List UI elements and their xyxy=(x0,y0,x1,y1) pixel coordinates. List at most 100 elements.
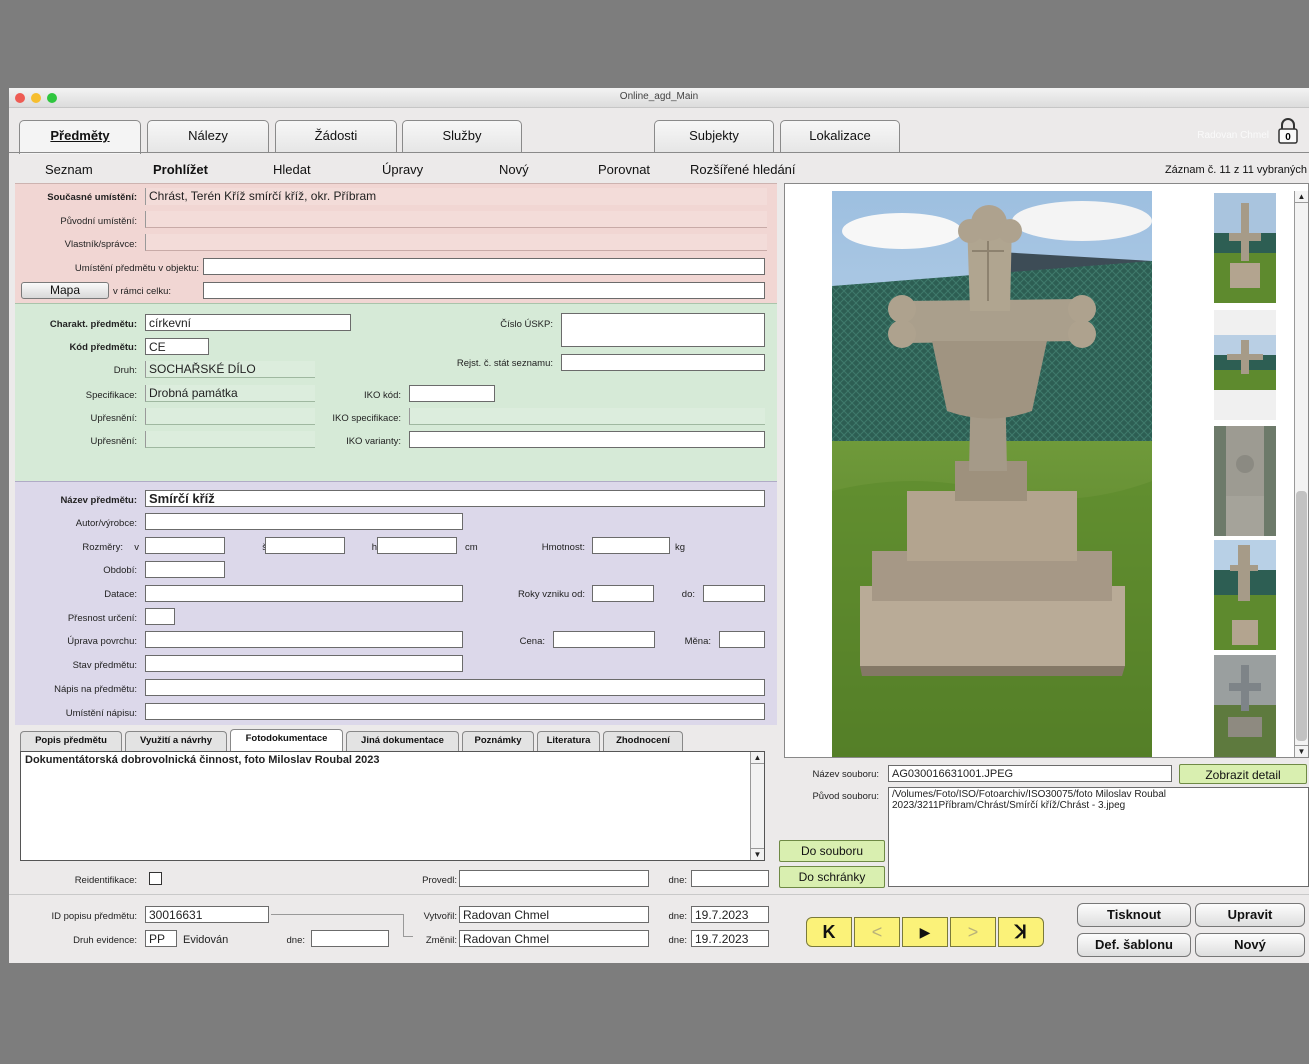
in-whole-field[interactable] xyxy=(203,282,765,299)
next-record-button[interactable]: > xyxy=(950,917,996,947)
tab-subjekty[interactable]: Subjekty xyxy=(654,120,774,152)
refine1-field[interactable] xyxy=(145,408,315,425)
define-template-button[interactable]: Def. šablonu xyxy=(1077,933,1191,957)
to-clipboard-button[interactable]: Do schránky xyxy=(779,866,885,888)
map-button[interactable]: Mapa xyxy=(21,282,109,299)
footer-divider xyxy=(9,894,779,895)
print-button[interactable]: Tisknout xyxy=(1077,903,1191,927)
reident-performed-field[interactable] xyxy=(459,870,649,887)
years-to-field[interactable] xyxy=(703,585,765,602)
iko-code-field[interactable] xyxy=(409,385,495,402)
dim-s-field[interactable] xyxy=(265,537,345,554)
note-textarea[interactable]: Dokumentátorská dobrovolnická činnost, f… xyxy=(20,751,765,861)
code-field[interactable]: CE xyxy=(145,338,209,355)
evidence-code-field[interactable]: PP xyxy=(145,930,177,947)
currency-field[interactable] xyxy=(719,631,765,648)
id-label: ID popisu předmětu: xyxy=(51,911,137,922)
last-record-button[interactable]: ꓘ xyxy=(998,917,1044,947)
thumbnail-scrollbar[interactable]: ▲ ▼ xyxy=(1294,191,1308,757)
subnav-novy[interactable]: Nový xyxy=(499,162,529,177)
precision-field[interactable] xyxy=(145,608,175,625)
created-date-label: dne: xyxy=(668,911,688,922)
new-record-button[interactable]: Nový xyxy=(1195,933,1305,957)
photo-thumbnail-3[interactable] xyxy=(1214,426,1276,536)
subtab-poznamky[interactable]: Poznámky xyxy=(462,731,534,751)
scroll-up-icon[interactable]: ▲ xyxy=(1295,191,1308,203)
photo-thumbnail-5[interactable] xyxy=(1214,655,1276,757)
subtab-jina-dokumentace[interactable]: Jiná dokumentace xyxy=(346,731,459,751)
spec-label: Specifikace: xyxy=(85,390,137,401)
original-location-field[interactable] xyxy=(145,211,767,228)
id-field[interactable]: 30016631 xyxy=(145,906,269,923)
play-button[interactable]: ▶ xyxy=(902,917,948,947)
subtab-vyuziti[interactable]: Využití a návrhy xyxy=(125,731,227,751)
owner-field[interactable] xyxy=(145,234,767,251)
tab-lokalizace[interactable]: Lokalizace xyxy=(780,120,900,152)
prev-record-button[interactable]: < xyxy=(854,917,900,947)
subtab-literatura[interactable]: Literatura xyxy=(537,731,600,751)
subnav-hledat[interactable]: Hledat xyxy=(273,162,311,177)
subnav-prohlizet[interactable]: Prohlížet xyxy=(153,162,208,177)
reg-field[interactable] xyxy=(561,354,765,371)
to-file-button[interactable]: Do souboru xyxy=(779,840,885,862)
note-scrollbar[interactable]: ▲ ▼ xyxy=(750,752,764,860)
reident-checkbox[interactable] xyxy=(149,872,162,885)
iko-spec-field[interactable] xyxy=(409,408,765,425)
scroll-up-icon[interactable]: ▲ xyxy=(751,752,764,764)
period-field[interactable] xyxy=(145,561,225,578)
tab-sluzby[interactable]: Služby xyxy=(402,120,522,152)
created-by-field[interactable]: Radovan Chmel xyxy=(459,906,649,923)
in-object-field[interactable] xyxy=(203,258,765,275)
subtab-popis[interactable]: Popis předmětu xyxy=(20,731,122,751)
thumbnail-scroll-thumb[interactable] xyxy=(1296,491,1307,741)
created-connector xyxy=(403,914,404,936)
original-location-label: Původní umístění: xyxy=(60,216,137,227)
tab-predmety[interactable]: Předměty xyxy=(19,120,141,154)
changed-by-field[interactable]: Radovan Chmel xyxy=(459,930,649,947)
edit-button[interactable]: Upravit xyxy=(1195,903,1305,927)
dim-h-field[interactable] xyxy=(377,537,457,554)
dating-field[interactable] xyxy=(145,585,463,602)
price-field[interactable] xyxy=(553,631,655,648)
years-from-field[interactable] xyxy=(592,585,654,602)
subtab-zhodnoceni[interactable]: Zhodnocení xyxy=(603,731,683,751)
dim-v-field[interactable] xyxy=(145,537,225,554)
tab-nalezy[interactable]: Nálezy xyxy=(147,120,269,152)
main-photo[interactable] xyxy=(832,191,1152,757)
iko-var-field[interactable] xyxy=(409,431,765,448)
scroll-down-icon[interactable]: ▼ xyxy=(1295,745,1308,757)
subnav-rozsirene-hledani[interactable]: Rozšířené hledání xyxy=(690,162,796,177)
lock-icon[interactable]: 0 xyxy=(1277,118,1299,144)
changed-date-field[interactable]: 19.7.2023 xyxy=(691,930,769,947)
subnav-upravy[interactable]: Úpravy xyxy=(382,162,423,177)
photo-thumbnail-1[interactable] xyxy=(1214,193,1276,303)
subnav-porovnat[interactable]: Porovnat xyxy=(598,162,650,177)
filename-field[interactable]: AG030016631001.JPEG xyxy=(888,765,1172,782)
photo-thumbnail-2[interactable] xyxy=(1214,310,1276,420)
inscription-place-field[interactable] xyxy=(145,703,765,720)
subtab-fotodokumentace[interactable]: Fotodokumentace xyxy=(230,729,343,751)
state-field[interactable] xyxy=(145,655,463,672)
weight-field[interactable] xyxy=(592,537,670,554)
evidence-date-field[interactable] xyxy=(311,930,389,947)
refine2-field[interactable] xyxy=(145,431,315,448)
tab-zadosti[interactable]: Žádosti xyxy=(275,120,397,152)
origin-field[interactable]: /Volumes/Foto/ISO/Fotoarchiv/ISO30075/fo… xyxy=(888,787,1309,887)
reident-date-field[interactable] xyxy=(691,870,769,887)
char-field[interactable]: církevní xyxy=(145,314,351,331)
inscription-field[interactable] xyxy=(145,679,765,696)
surface-field[interactable] xyxy=(145,631,463,648)
author-field[interactable] xyxy=(145,513,463,530)
code-label: Kód předmětu: xyxy=(69,342,137,353)
first-record-button[interactable]: K xyxy=(806,917,852,947)
created-date-field[interactable]: 19.7.2023 xyxy=(691,906,769,923)
photo-thumbnail-4[interactable] xyxy=(1214,540,1276,650)
scroll-down-icon[interactable]: ▼ xyxy=(751,848,764,860)
uskp-field[interactable] xyxy=(561,313,765,347)
inscription-label: Nápis na předmětu: xyxy=(54,684,137,695)
evidence-label: Druh evidence: xyxy=(73,935,137,946)
show-detail-button[interactable]: Zobrazit detail xyxy=(1179,764,1307,784)
weight-label: Hmotnost: xyxy=(541,542,585,553)
name-field[interactable]: Smírčí kříž xyxy=(145,490,765,507)
subnav-seznam[interactable]: Seznam xyxy=(45,162,93,177)
